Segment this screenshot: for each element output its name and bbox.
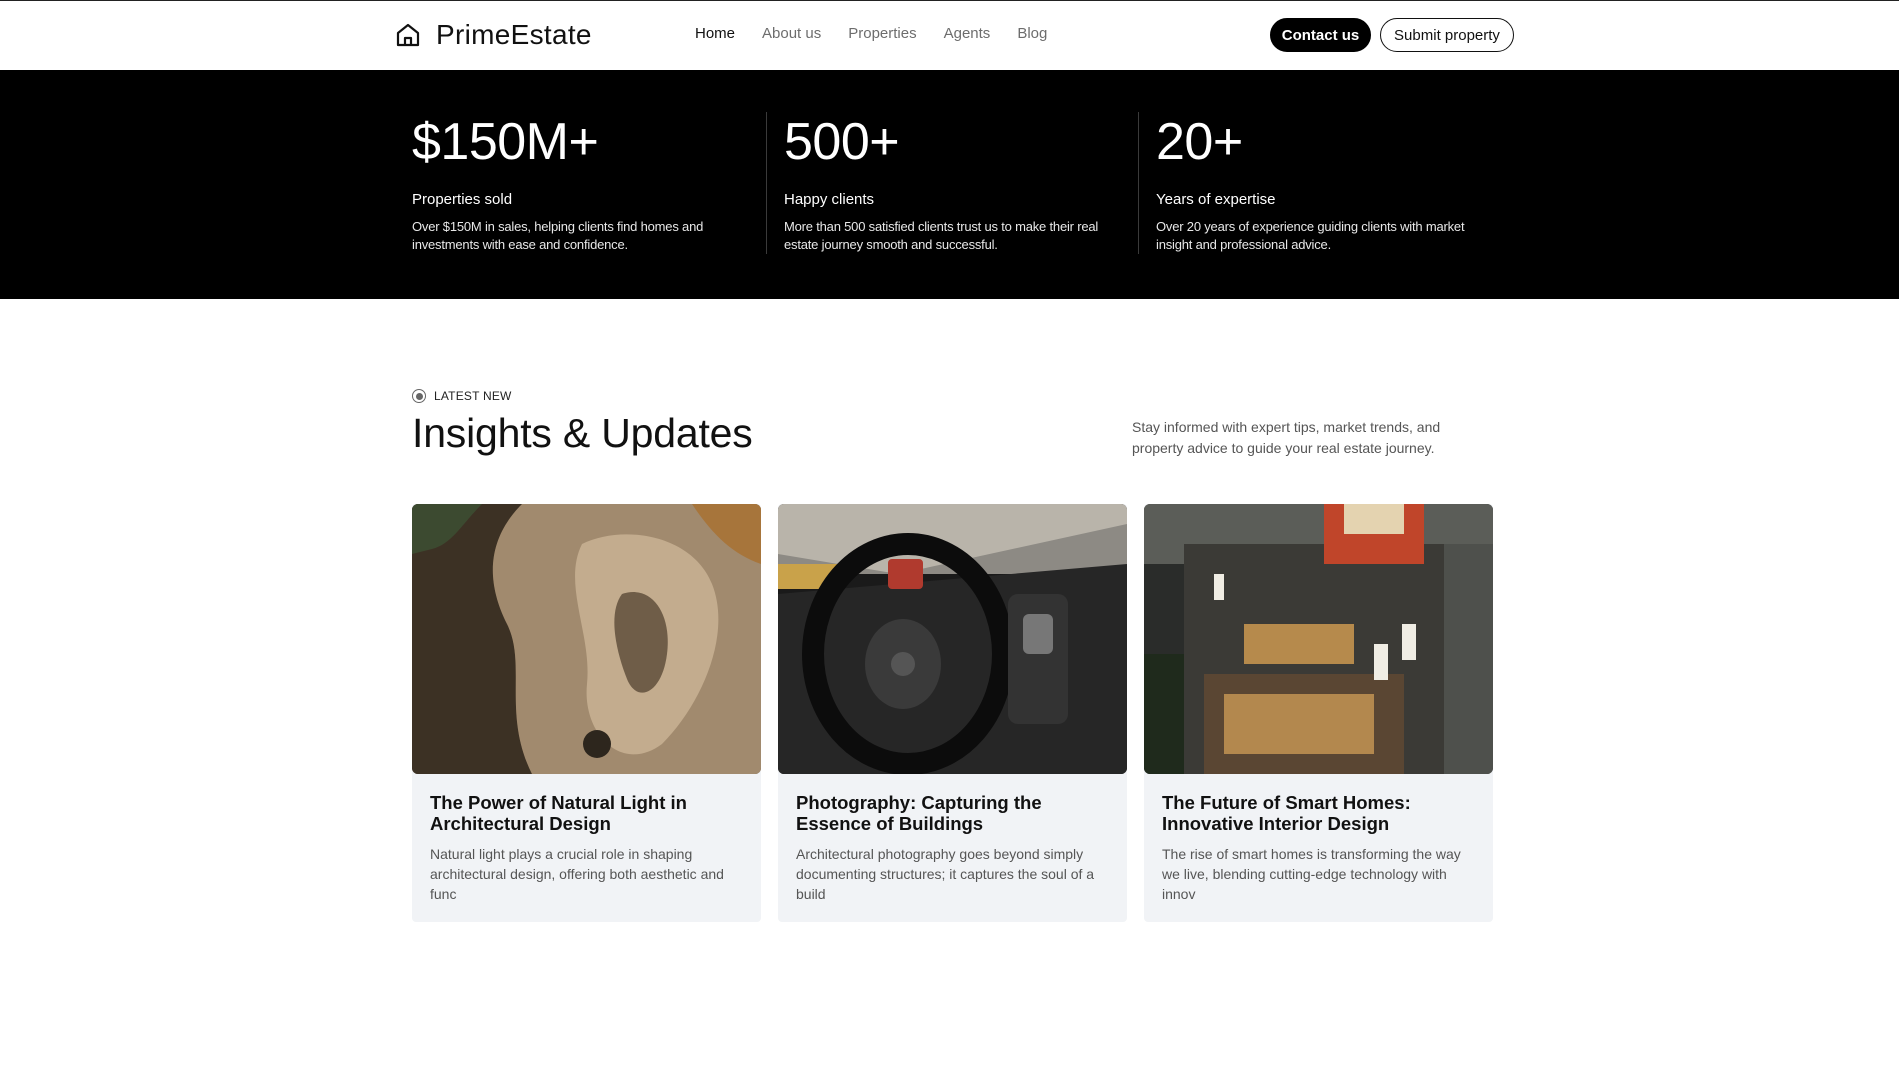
main-nav: Home About us Properties Agents Blog [695,25,1047,42]
stat-label: Properties sold [412,191,513,208]
stat-description: More than 500 satisfied clients trust us… [784,219,1099,252]
section-eyebrow: LATEST NEW [412,389,512,403]
stat-description: Over $150M in sales, helping clients fin… [412,219,704,252]
section-subtitle: Stay informed with expert tips, market t… [1132,419,1441,456]
stat-value: 20+ [1156,113,1243,171]
blog-card-excerpt: Natural light plays a crucial role in sh… [430,846,724,902]
stat-description: Over 20 years of experience guiding clie… [1156,219,1465,252]
blog-card[interactable]: Photography: Capturing the Essence of Bu… [778,504,1127,922]
blog-card-excerpt: Architectural photography goes beyond si… [796,846,1095,902]
site-header: PrimeEstate Home About us Properties Age… [0,1,1899,70]
nav-blog[interactable]: Blog [1017,25,1047,42]
stat-value: 500+ [784,113,900,171]
blog-card[interactable]: The Future of Smart Homes: Innovative In… [1144,504,1493,922]
nav-home[interactable]: Home [695,25,735,42]
nav-agents[interactable]: Agents [944,25,991,42]
stat-value: $150M+ [412,113,599,171]
brand-name: PrimeEstate [436,19,592,50]
stat-divider [766,112,767,254]
blog-card-excerpt: The rise of smart homes is transforming … [1162,846,1461,902]
blog-card-title[interactable]: The Future of Smart Homes: Innovative In… [1162,792,1482,834]
eyebrow-label: LATEST NEW [434,389,512,403]
stats-band: $150M+ Properties sold Over $150M in sal… [0,70,1899,299]
nav-about-us[interactable]: About us [762,25,821,42]
blog-card-image [412,504,761,774]
blog-card[interactable]: The Power of Natural Light in Architectu… [412,504,761,922]
stat-label: Happy clients [784,191,875,208]
submit-property-button[interactable]: Submit property [1380,18,1514,52]
blog-card-image [1144,504,1493,774]
contact-us-button[interactable]: Contact us [1270,18,1371,52]
nav-properties[interactable]: Properties [848,25,916,42]
home-icon [396,23,420,47]
blog-card-image [778,504,1127,774]
radio-dot-icon [412,389,426,403]
stat-divider [1138,112,1139,254]
section-title: Insights & Updates [412,410,753,456]
brand-logo[interactable]: PrimeEstate [394,19,592,51]
blog-card-title[interactable]: The Power of Natural Light in Architectu… [430,792,750,834]
stat-label: Years of expertise [1156,191,1276,208]
blog-card-title[interactable]: Photography: Capturing the Essence of Bu… [796,792,1116,834]
blog-card-list: The Power of Natural Light in Architectu… [412,504,1494,922]
